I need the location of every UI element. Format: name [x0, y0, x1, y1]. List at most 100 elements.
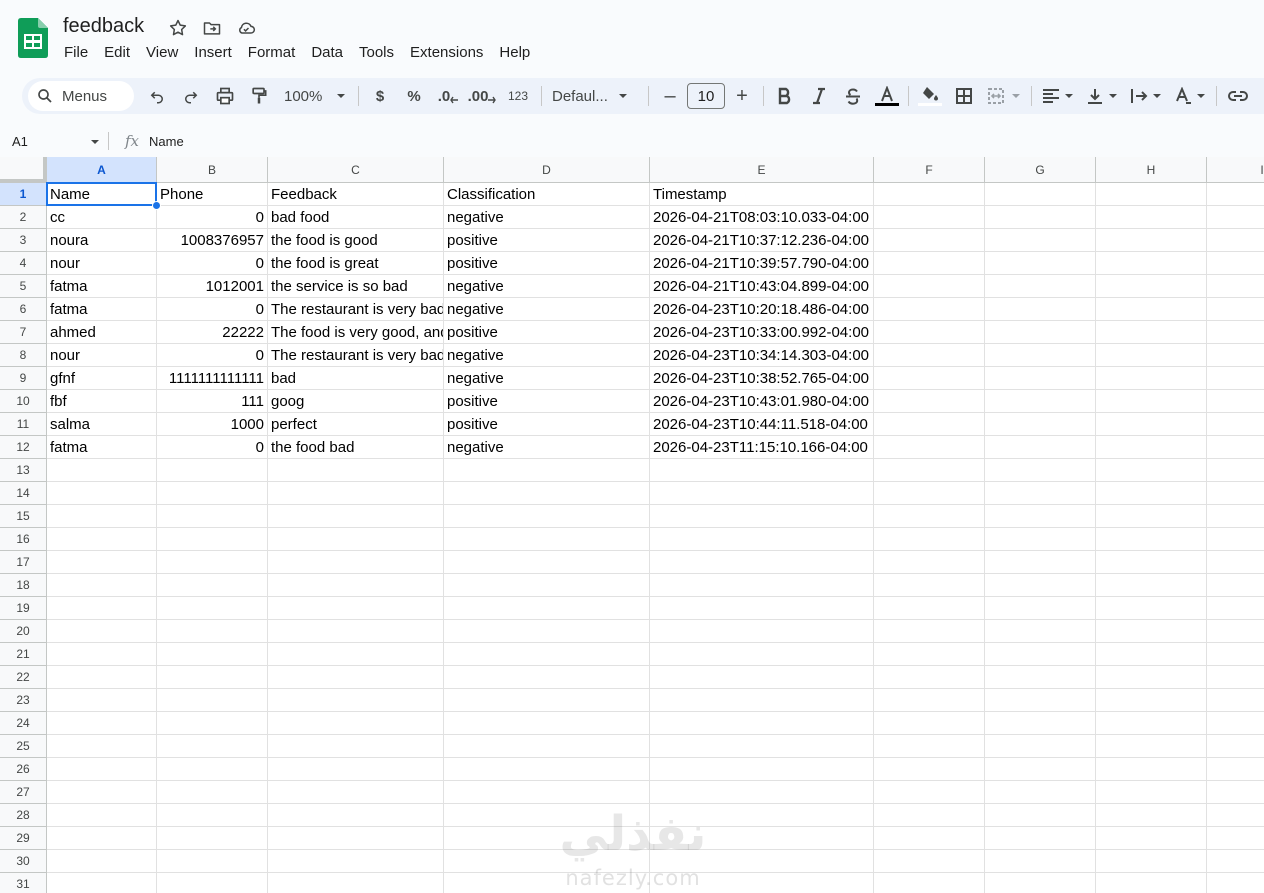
table-cell[interactable]: [650, 689, 874, 712]
table-cell[interactable]: 2026-04-23T10:20:18.486-04:00: [650, 298, 874, 321]
table-cell[interactable]: [1207, 298, 1264, 321]
row-header-13[interactable]: 13: [0, 459, 47, 482]
table-cell[interactable]: [985, 298, 1096, 321]
table-cell[interactable]: 2026-04-21T08:03:10.033-04:00: [650, 206, 874, 229]
undo-button[interactable]: [140, 82, 174, 110]
table-cell[interactable]: [874, 505, 985, 528]
star-icon[interactable]: [166, 16, 190, 40]
table-cell[interactable]: [47, 735, 157, 758]
table-cell[interactable]: 2026-04-23T10:33:00.992-04:00: [650, 321, 874, 344]
table-cell[interactable]: noura: [47, 229, 157, 252]
table-cell[interactable]: [268, 781, 444, 804]
table-cell[interactable]: [650, 597, 874, 620]
table-cell[interactable]: [874, 229, 985, 252]
column-header-e[interactable]: E: [650, 157, 874, 183]
column-header-f[interactable]: F: [874, 157, 985, 183]
table-cell[interactable]: 0: [157, 252, 268, 275]
header-cell[interactable]: Classification: [444, 183, 650, 206]
table-cell[interactable]: nour: [47, 252, 157, 275]
table-cell[interactable]: 1000: [157, 413, 268, 436]
table-cell[interactable]: [874, 436, 985, 459]
table-cell[interactable]: [47, 574, 157, 597]
table-cell[interactable]: [1207, 436, 1264, 459]
table-cell[interactable]: [1207, 850, 1264, 873]
table-cell[interactable]: [1207, 643, 1264, 666]
table-cell[interactable]: [1207, 781, 1264, 804]
row-header-10[interactable]: 10: [0, 390, 47, 413]
table-cell[interactable]: [874, 643, 985, 666]
row-header-25[interactable]: 25: [0, 735, 47, 758]
table-cell[interactable]: [444, 758, 650, 781]
table-cell[interactable]: [1096, 735, 1207, 758]
table-cell[interactable]: [1207, 252, 1264, 275]
table-cell[interactable]: [650, 804, 874, 827]
row-header-20[interactable]: 20: [0, 620, 47, 643]
table-cell[interactable]: [444, 850, 650, 873]
table-cell[interactable]: [1096, 252, 1207, 275]
table-cell[interactable]: [268, 758, 444, 781]
table-cell[interactable]: [157, 459, 268, 482]
table-cell[interactable]: 2026-04-21T10:37:12.236-04:00: [650, 229, 874, 252]
table-cell[interactable]: the service is so bad: [268, 275, 444, 298]
table-cell[interactable]: [1096, 620, 1207, 643]
table-cell[interactable]: [985, 643, 1096, 666]
table-cell[interactable]: nour: [47, 344, 157, 367]
table-cell[interactable]: [157, 643, 268, 666]
table-cell[interactable]: [1096, 528, 1207, 551]
table-cell[interactable]: [157, 873, 268, 893]
table-cell[interactable]: [1096, 574, 1207, 597]
table-cell[interactable]: [1096, 206, 1207, 229]
table-cell[interactable]: [1096, 643, 1207, 666]
table-cell[interactable]: negative: [444, 436, 650, 459]
table-cell[interactable]: [444, 597, 650, 620]
menu-insert[interactable]: Insert: [186, 42, 240, 63]
document-title[interactable]: feedback: [63, 15, 144, 38]
table-cell[interactable]: [650, 505, 874, 528]
table-cell[interactable]: [157, 505, 268, 528]
table-cell[interactable]: [985, 390, 1096, 413]
table-cell[interactable]: [650, 643, 874, 666]
table-cell[interactable]: [1207, 459, 1264, 482]
table-cell[interactable]: fatma: [47, 275, 157, 298]
menu-edit[interactable]: Edit: [96, 42, 138, 63]
table-cell[interactable]: [1096, 666, 1207, 689]
row-header-6[interactable]: 6: [0, 298, 47, 321]
table-cell[interactable]: [268, 827, 444, 850]
table-cell[interactable]: [874, 804, 985, 827]
table-cell[interactable]: [874, 620, 985, 643]
table-cell[interactable]: [157, 482, 268, 505]
table-cell[interactable]: [1096, 275, 1207, 298]
table-cell[interactable]: [268, 873, 444, 893]
table-cell[interactable]: [444, 666, 650, 689]
text-color-button[interactable]: [870, 82, 904, 110]
row-header-8[interactable]: 8: [0, 344, 47, 367]
table-cell[interactable]: The restaurant is very bad: [268, 344, 444, 367]
row-header-22[interactable]: 22: [0, 666, 47, 689]
table-cell[interactable]: 0: [157, 344, 268, 367]
vertical-align-button[interactable]: [1080, 82, 1124, 110]
table-cell[interactable]: the food is good: [268, 229, 444, 252]
table-cell[interactable]: 2026-04-23T10:43:01.980-04:00: [650, 390, 874, 413]
table-cell[interactable]: [1096, 229, 1207, 252]
table-cell[interactable]: negative: [444, 344, 650, 367]
table-cell[interactable]: [650, 459, 874, 482]
table-cell[interactable]: [874, 275, 985, 298]
table-cell[interactable]: [1096, 413, 1207, 436]
table-cell[interactable]: [47, 620, 157, 643]
table-cell[interactable]: negative: [444, 367, 650, 390]
table-cell[interactable]: [1207, 229, 1264, 252]
table-cell[interactable]: [157, 551, 268, 574]
increase-decimal-button[interactable]: .00: [465, 82, 499, 110]
table-cell[interactable]: [985, 712, 1096, 735]
table-cell[interactable]: [47, 643, 157, 666]
table-cell[interactable]: [874, 758, 985, 781]
table-cell[interactable]: [985, 459, 1096, 482]
row-header-19[interactable]: 19: [0, 597, 47, 620]
row-header-4[interactable]: 4: [0, 252, 47, 275]
table-cell[interactable]: [874, 735, 985, 758]
table-cell[interactable]: 22222: [157, 321, 268, 344]
table-cell[interactable]: [874, 482, 985, 505]
table-cell[interactable]: [650, 551, 874, 574]
table-cell[interactable]: [985, 436, 1096, 459]
spreadsheet-grid[interactable]: A B C D E F G H I 1 Name Phone Feedback Classificatio…: [0, 157, 1264, 893]
